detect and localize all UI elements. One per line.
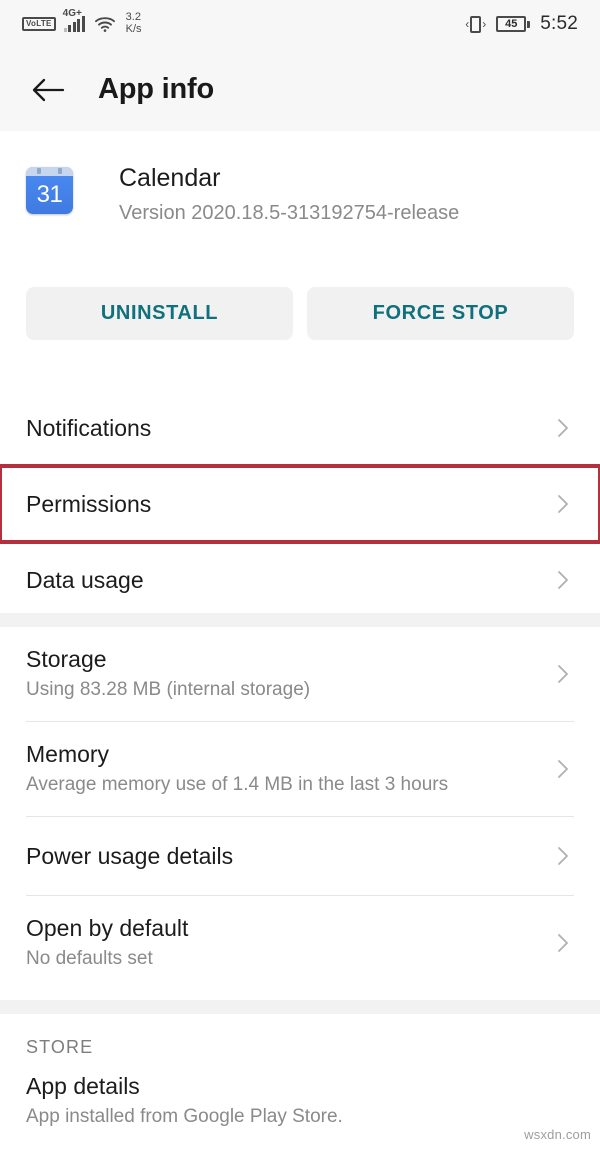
chevron-right-icon: [552, 758, 574, 780]
list-item-notifications[interactable]: Notifications: [0, 390, 600, 466]
back-button[interactable]: [26, 68, 70, 112]
list-item-text: Power usage details: [26, 842, 542, 871]
list-item-text: Open by default No defaults set: [26, 914, 542, 971]
calendar-day-number: 31: [36, 181, 63, 208]
battery-percent-label: 45: [496, 16, 527, 32]
app-version: Version 2020.18.5-313192754-release: [119, 202, 460, 225]
data-speed-unit: K/s: [125, 23, 142, 35]
list-item-text: Notifications: [26, 414, 542, 443]
list-item-title: Open by default: [26, 915, 189, 942]
app-meta: Calendar Version 2020.18.5-313192754-rel…: [119, 163, 459, 226]
app-bar: App info: [0, 48, 600, 131]
section-divider-band: [0, 613, 600, 627]
list-item-text: Storage Using 83.28 MB (internal storage…: [26, 645, 542, 702]
network-type-label: 4G+: [62, 7, 82, 19]
chevron-right-icon: [552, 493, 574, 515]
page-title: App info: [98, 73, 214, 105]
chevron-right-icon: [552, 569, 574, 591]
list-item-text: App details App installed from Google Pl…: [26, 1072, 574, 1129]
vibrate-icon: ‹ ›: [465, 15, 487, 33]
list-item-title: Permissions: [26, 490, 152, 517]
data-speed-indicator: 3.2 K/s: [126, 12, 142, 35]
app-summary: 31 Calendar Version 2020.18.5-313192754-…: [0, 131, 600, 226]
volte-icon: VoLTE: [22, 17, 56, 31]
list-item-title: Memory: [26, 741, 110, 768]
status-bar-right: ‹ › 45 5:52: [465, 13, 578, 35]
signal-bars-icon: 4G+: [63, 8, 85, 32]
app-name: Calendar: [119, 164, 221, 192]
battery-icon: 45: [496, 16, 531, 32]
back-arrow-icon: [32, 78, 65, 101]
list-item-title: Power usage details: [26, 842, 234, 869]
store-section-label: STORE: [26, 1037, 94, 1057]
list-item-title: Data usage: [26, 566, 144, 593]
list-item-open-by-default[interactable]: Open by default No defaults set: [0, 896, 600, 990]
primary-settings-list: Notifications Permissions Data usage: [0, 390, 600, 618]
force-stop-button[interactable]: FORCE STOP: [307, 287, 574, 340]
chevron-right-icon: [552, 932, 574, 954]
watermark: wsxdn.com: [524, 1127, 591, 1142]
store-section: STORE App details App installed from Goo…: [0, 1011, 600, 1142]
uninstall-button[interactable]: UNINSTALL: [26, 287, 293, 340]
list-item-subtitle: Average memory use of 1.4 MB in the last…: [26, 774, 449, 796]
list-item-subtitle: No defaults set: [26, 948, 153, 970]
signal-bar-group: [63, 15, 85, 32]
list-item-app-details[interactable]: App details App installed from Google Pl…: [0, 1072, 600, 1142]
list-item-title: Notifications: [26, 414, 152, 441]
status-bar-clock: 5:52: [540, 13, 578, 34]
status-bar-left: VoLTE 4G+ 3.2 K/s: [22, 8, 142, 35]
list-item-text: Data usage: [26, 566, 542, 595]
action-button-row: UNINSTALL FORCE STOP: [0, 287, 600, 340]
wifi-icon: [94, 16, 115, 32]
list-item-text: Memory Average memory use of 1.4 MB in t…: [26, 740, 542, 797]
list-item-title: Storage: [26, 646, 107, 673]
chevron-right-icon: [552, 845, 574, 867]
chevron-right-icon: [552, 663, 574, 685]
chevron-right-icon: [552, 417, 574, 439]
list-item-data-usage[interactable]: Data usage: [0, 542, 600, 618]
usage-settings-list: Storage Using 83.28 MB (internal storage…: [0, 627, 600, 990]
status-bar: VoLTE 4G+ 3.2 K/s ‹ › 45 5:52: [0, 0, 600, 48]
list-item-storage[interactable]: Storage Using 83.28 MB (internal storage…: [0, 627, 600, 721]
list-item-subtitle: App installed from Google Play Store.: [26, 1105, 343, 1127]
list-item-title: App details: [26, 1073, 140, 1099]
list-item-subtitle: Using 83.28 MB (internal storage): [26, 679, 311, 701]
list-item-text: Permissions: [26, 490, 542, 519]
calendar-app-icon: 31: [26, 167, 73, 214]
list-item-memory[interactable]: Memory Average memory use of 1.4 MB in t…: [0, 722, 600, 816]
list-item-permissions[interactable]: Permissions: [0, 464, 600, 544]
app-info-screen: VoLTE 4G+ 3.2 K/s ‹ › 45 5:52 App info 3…: [0, 0, 600, 1150]
list-item-power-usage-details[interactable]: Power usage details: [0, 817, 600, 895]
